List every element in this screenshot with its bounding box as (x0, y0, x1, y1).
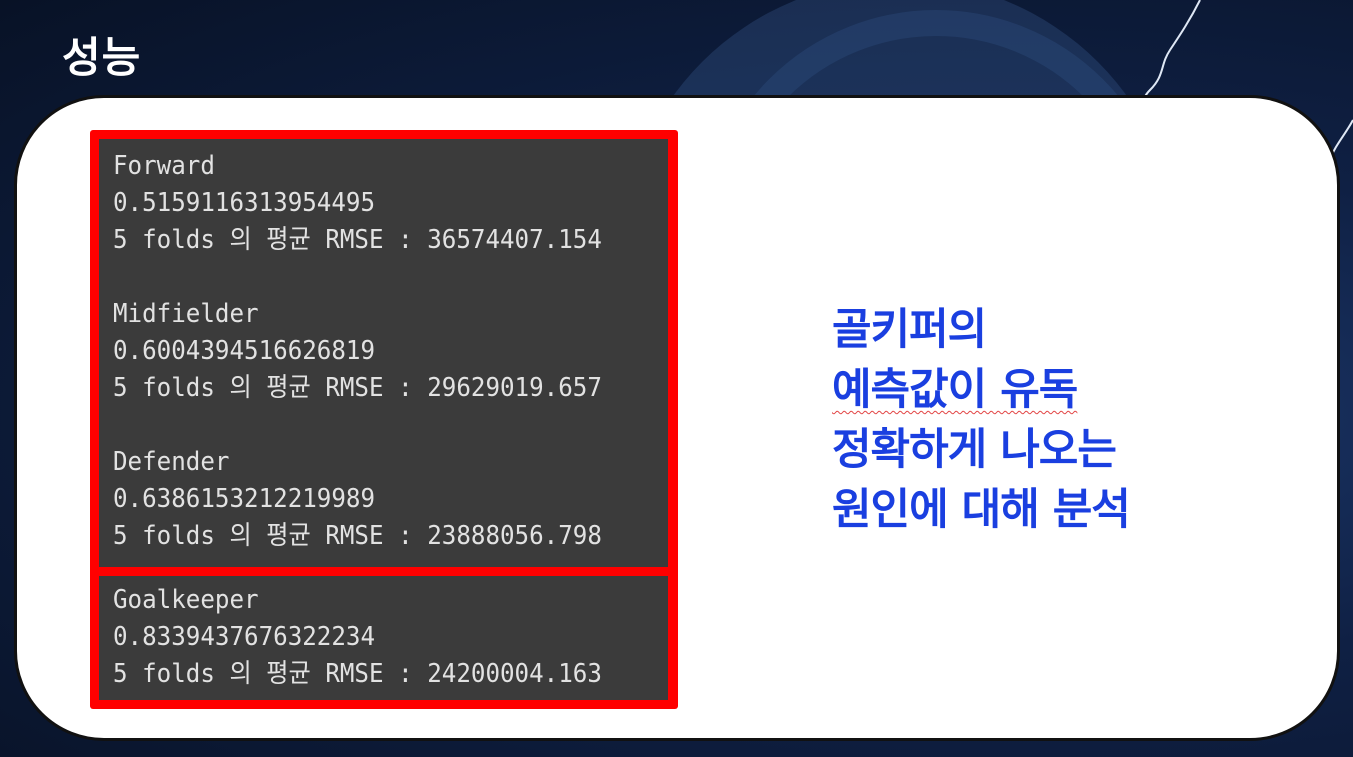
console-output-highlight: Forward 0.5159116313954495 5 folds 의 평균 … (90, 130, 678, 709)
note-line-4: 원인에 대해 분석 (832, 485, 1131, 535)
rmse-forward: 5 folds 의 평균 RMSE : 36574407.154 (113, 225, 602, 255)
score-midfielder: 0.6004394516626819 (113, 336, 376, 366)
position-label-midfielder: Midfielder (113, 299, 259, 329)
rmse-midfielder: 5 folds 의 평균 RMSE : 29629019.657 (113, 373, 602, 403)
score-goalkeeper: 0.8339437676322234 (113, 622, 376, 652)
slide-title: 성능 (62, 33, 142, 82)
rmse-defender: 5 folds 의 평균 RMSE : 23888056.798 (113, 521, 602, 551)
console-block-goalkeeper: Goalkeeper 0.8339437676322234 5 folds 의 … (99, 576, 668, 700)
analysis-note: 골키퍼의 예측값이 유독 정확하게 나오는 원인에 대해 분석 (832, 300, 1131, 540)
position-label-defender: Defender (113, 447, 230, 477)
rmse-goalkeeper: 5 folds 의 평균 RMSE : 24200004.163 (113, 659, 602, 689)
note-line-3: 정확하게 나오는 (832, 425, 1117, 475)
score-defender: 0.6386153212219989 (113, 484, 376, 514)
score-forward: 0.5159116313954495 (113, 188, 376, 218)
position-label-forward: Forward (113, 151, 215, 181)
position-label-goalkeeper: Goalkeeper (113, 585, 259, 615)
note-line-1: 골키퍼의 (832, 305, 987, 355)
console-block-field-players: Forward 0.5159116313954495 5 folds 의 평균 … (99, 139, 668, 567)
note-line-2: 예측값이 유독 (832, 365, 1078, 415)
